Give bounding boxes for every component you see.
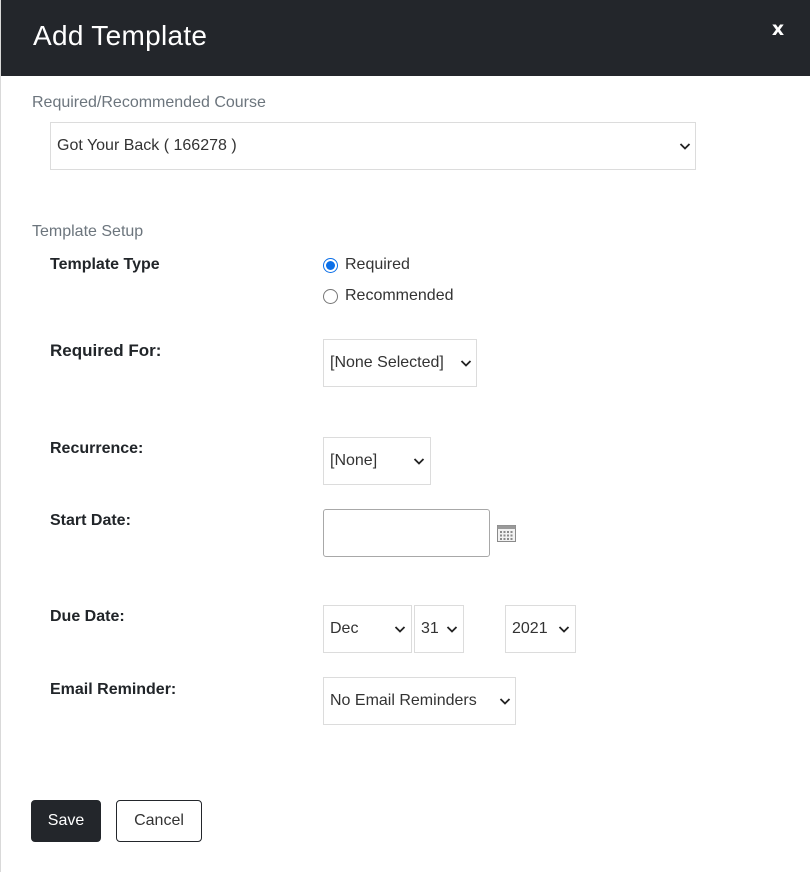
required-for-value: [None Selected] [330, 354, 444, 371]
required-for-label: Required For: [50, 341, 162, 360]
recurrence-label: Recurrence: [50, 440, 144, 457]
chevron-down-icon [679, 143, 691, 150]
email-reminder-value: No Email Reminders [330, 692, 477, 709]
add-template-dialog: Add Template x Required/Recommended Cour… [0, 0, 810, 872]
start-date-input[interactable] [323, 509, 490, 557]
due-day-value: 31 [421, 620, 439, 637]
required-for-select[interactable]: [None Selected] [323, 339, 477, 387]
start-date-label: Start Date: [50, 512, 131, 529]
close-button[interactable]: x [767, 16, 789, 42]
chevron-down-icon [413, 458, 425, 465]
due-month-select[interactable]: Dec [323, 605, 412, 653]
due-year-value: 2021 [512, 620, 548, 637]
radio-required[interactable]: Required [323, 255, 410, 275]
due-month-value: Dec [330, 620, 359, 637]
recurrence-select[interactable]: [None] [323, 437, 431, 485]
due-date-label: Due Date: [50, 608, 125, 625]
course-select-value: Got Your Back ( 166278 ) [57, 137, 237, 154]
radio-required-button[interactable] [323, 257, 338, 273]
template-type-label: Template Type [50, 256, 160, 273]
due-year-select[interactable]: 2021 [505, 605, 576, 653]
course-select[interactable]: Got Your Back ( 166278 ) [50, 122, 696, 170]
chevron-down-icon [394, 626, 406, 633]
chevron-down-icon [499, 698, 511, 705]
radio-required-label: Required [345, 256, 410, 273]
chevron-down-icon [558, 626, 570, 633]
recurrence-value: [None] [330, 452, 378, 469]
radio-recommended[interactable]: Recommended [323, 286, 454, 306]
due-day-select[interactable]: 31 [414, 605, 464, 653]
email-reminder-label: Email Reminder: [50, 681, 177, 698]
radio-recommended-button[interactable] [323, 288, 338, 304]
email-reminder-select[interactable]: No Email Reminders [323, 677, 516, 725]
course-section-label: Required/Recommended Course [32, 94, 266, 111]
radio-recommended-label: Recommended [345, 287, 454, 304]
calendar-icon[interactable] [497, 525, 516, 542]
dialog-title: Add Template [33, 20, 208, 51]
cancel-button[interactable]: Cancel [116, 800, 202, 842]
dialog-header: Add Template x [1, 0, 810, 76]
save-button[interactable]: Save [31, 800, 101, 842]
chevron-down-icon [460, 360, 472, 367]
chevron-down-icon [446, 626, 458, 633]
setup-section-label: Template Setup [32, 223, 144, 240]
